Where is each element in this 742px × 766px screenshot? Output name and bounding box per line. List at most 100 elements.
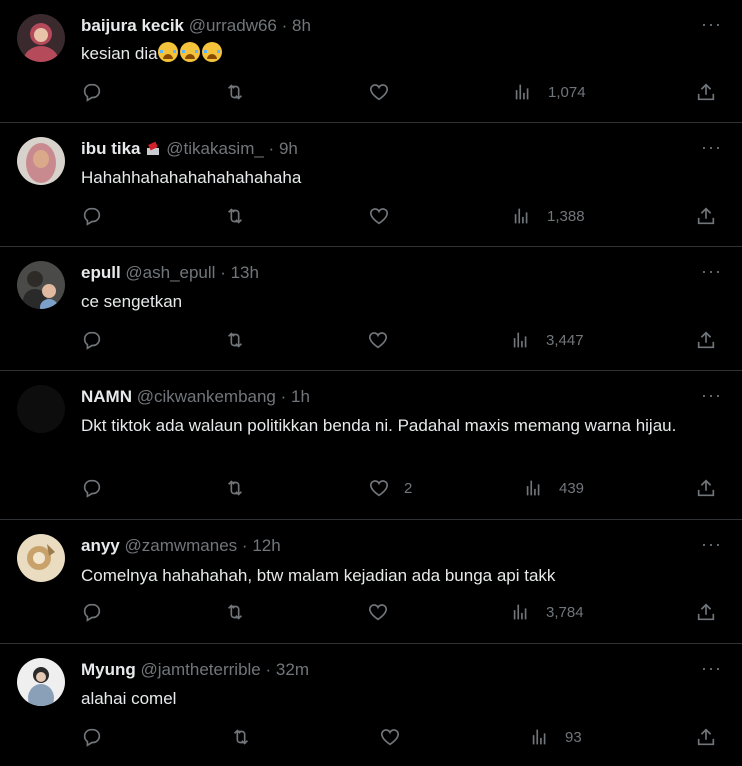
timestamp[interactable]: 12h [252,536,280,555]
share-button[interactable] [695,81,717,103]
like-button[interactable] [368,205,404,227]
views-icon [526,480,540,496]
tweet-actions: 93 [0,726,742,756]
views-count: 93 [565,728,582,746]
share-icon [697,331,715,349]
user-handle[interactable]: @jamtheterrible [141,660,261,679]
like-button[interactable] [367,329,403,351]
reply-button[interactable] [81,601,117,623]
separator: · [241,536,248,555]
tweet[interactable]: NAMN @cikwankembang · 1h ··· Dkt tiktok … [0,371,742,520]
user-handle[interactable]: @zamwmanes [124,536,237,555]
share-icon [697,479,715,497]
tweet[interactable]: epull @ash_epull · 13h ··· ce sengetkan … [0,247,742,371]
views-count: 3,784 [546,603,584,621]
more-icon[interactable]: ··· [701,261,722,282]
timestamp[interactable]: 9h [279,139,298,158]
retweet-button[interactable] [230,726,266,748]
views-icon [532,729,546,745]
more-icon[interactable]: ··· [701,385,722,406]
views-icon [513,332,527,348]
views-icon [513,604,527,620]
tweet-text: Hahahhahahahahahahahaha [81,168,302,187]
avatar[interactable] [17,137,65,185]
retweet-button[interactable] [224,601,260,623]
retweet-button[interactable] [224,81,260,103]
tweet-actions: 1,388 [0,205,742,235]
reply-button[interactable] [81,205,117,227]
like-icon [368,332,388,349]
like-button[interactable]: 2 [368,477,412,499]
separator: · [281,16,288,35]
timestamp[interactable]: 32m [276,660,309,679]
tweet-text-content: kesian dia [81,44,158,63]
share-icon [697,603,715,621]
tweet[interactable]: Myung @jamtheterrible · 32m ··· alahai c… [0,644,742,766]
retweet-icon [233,729,249,745]
avatar[interactable] [17,385,65,433]
reply-button[interactable] [81,477,117,499]
views-button[interactable]: 439 [523,477,584,499]
tweet-text: Dkt tiktok ada walaun politikkan benda n… [81,416,677,435]
retweet-button[interactable] [224,477,260,499]
views-button[interactable]: 1,388 [511,205,585,227]
user-handle[interactable]: @cikwankembang [137,387,276,406]
avatar[interactable] [17,261,65,309]
views-button[interactable]: 1,074 [512,81,586,103]
display-name[interactable]: Myung [81,660,136,679]
like-icon [369,480,389,497]
reply-icon [83,331,101,350]
user-handle[interactable]: @ash_epull [125,263,215,282]
reply-icon [83,479,101,498]
share-button[interactable] [695,601,717,623]
tweet[interactable]: anyy @zamwmanes · 12h ··· Comelnya hahah… [0,520,742,644]
user-handle[interactable]: @tikakasim_ [166,139,264,158]
tweet-text: kesian dia [81,41,721,67]
reply-icon [83,83,101,102]
lipstick-emoji-icon [146,141,159,155]
tweet-actions: 3,784 [0,601,742,631]
display-name[interactable]: NAMN [81,387,132,406]
avatar[interactable] [17,14,65,62]
like-button[interactable] [368,81,404,103]
retweet-button[interactable] [224,329,260,351]
like-button[interactable] [367,601,403,623]
user-handle[interactable]: @urradw66 [189,16,277,35]
display-name[interactable]: epull [81,263,121,282]
more-icon[interactable]: ··· [701,14,722,35]
views-button[interactable]: 93 [529,726,582,748]
display-name[interactable]: ibu tika [81,139,141,158]
like-icon [368,604,388,621]
retweet-icon [227,84,243,100]
avatar[interactable] [17,658,65,706]
share-button[interactable] [695,477,717,499]
retweet-icon [227,604,243,620]
views-button[interactable]: 3,447 [510,329,584,351]
retweet-button[interactable] [224,205,260,227]
tweet-text: ce sengetkan [81,292,183,311]
reply-button[interactable] [81,329,117,351]
tweet[interactable]: ibu tika @tikakasim_ · 9h ··· Hahahhahah… [0,123,742,247]
timestamp[interactable]: 1h [291,387,310,406]
separator: · [268,139,275,158]
reply-button[interactable] [81,81,117,103]
display-name[interactable]: anyy [81,536,120,555]
more-icon[interactable]: ··· [701,658,722,679]
more-icon[interactable]: ··· [701,137,722,158]
separator: · [265,660,272,679]
views-button[interactable]: 3,784 [510,601,584,623]
like-count: 2 [404,479,413,497]
timestamp[interactable]: 8h [292,16,311,35]
share-button[interactable] [695,726,717,748]
share-button[interactable] [695,205,717,227]
share-button[interactable] [695,329,717,351]
reply-button[interactable] [81,726,117,748]
like-button[interactable] [379,726,415,748]
avatar[interactable] [17,534,65,582]
tweet[interactable]: baijura kecik @urradw66 · 8h ··· kesian … [0,0,742,123]
more-icon[interactable]: ··· [701,534,722,555]
display-name[interactable]: baijura kecik [81,16,184,35]
share-icon [697,207,715,225]
timestamp[interactable]: 13h [231,263,259,282]
tweet-text: Comelnya hahahahah, btw malam kejadian a… [81,566,556,585]
